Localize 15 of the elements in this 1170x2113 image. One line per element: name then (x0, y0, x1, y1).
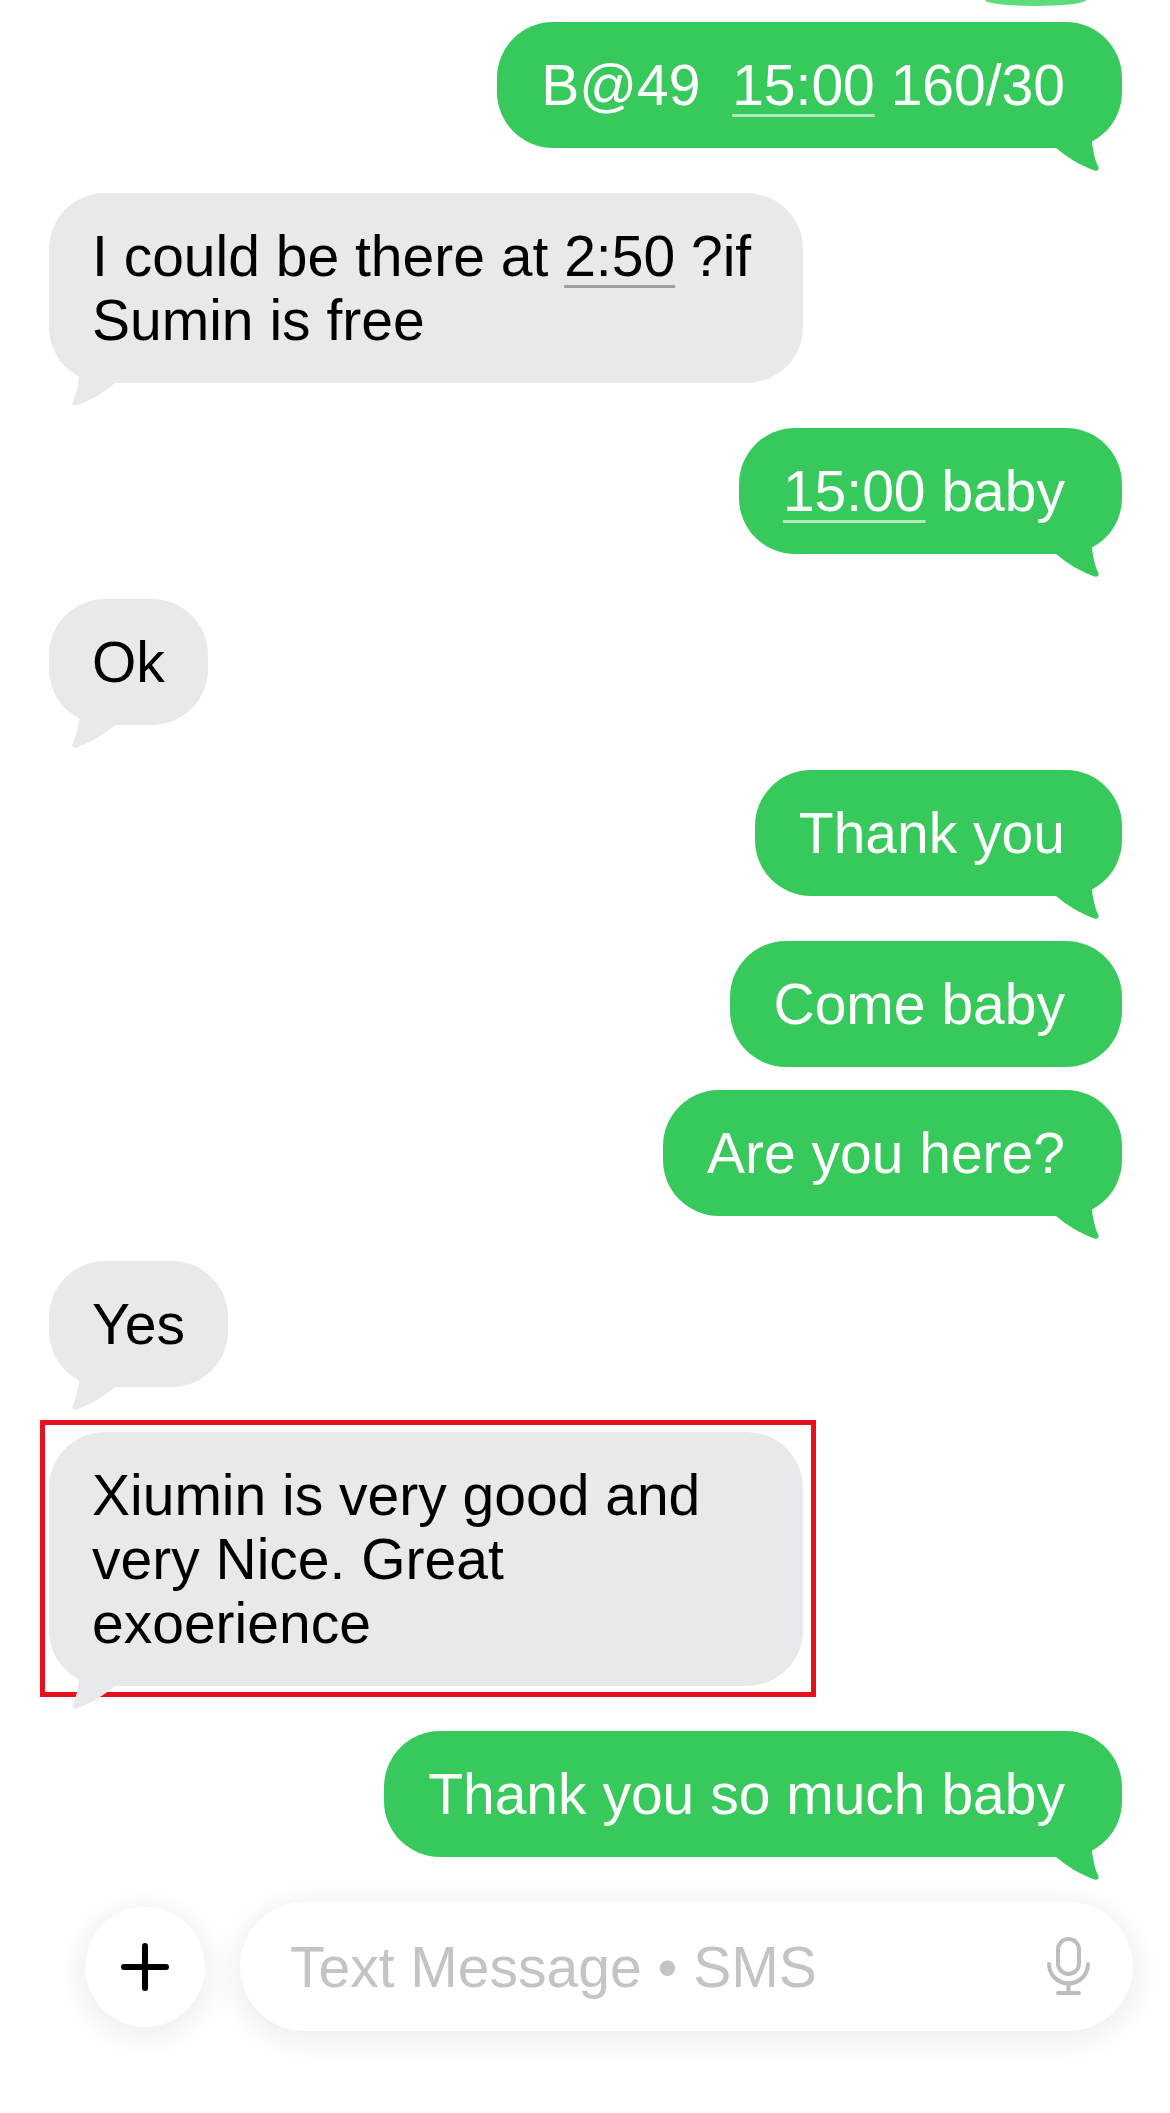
message-text: Ok (92, 630, 165, 694)
message-text: 15:00 baby (782, 459, 1065, 523)
message-text: Come baby (773, 972, 1065, 1036)
message-text: I could be there at 2:50 ?if Sumin is free (92, 224, 753, 352)
time-link[interactable]: 15:00 (782, 459, 926, 523)
message-text: Xiumin is very good and very Nice. Great exoerience (92, 1463, 702, 1655)
message-field[interactable]: Text Message • SMS (240, 1902, 1133, 2031)
message-text: B@49 15:00 160/30 (541, 53, 1065, 117)
message-text: Thank you (798, 801, 1065, 865)
message-text: Thank you so much baby (428, 1762, 1065, 1826)
plus-icon (121, 1942, 169, 1991)
message-text: Are you here? (706, 1121, 1065, 1185)
time-link[interactable]: 15:00 (732, 53, 875, 117)
time-link[interactable]: 2:50 (564, 224, 676, 288)
message-text: Yes (92, 1292, 185, 1356)
